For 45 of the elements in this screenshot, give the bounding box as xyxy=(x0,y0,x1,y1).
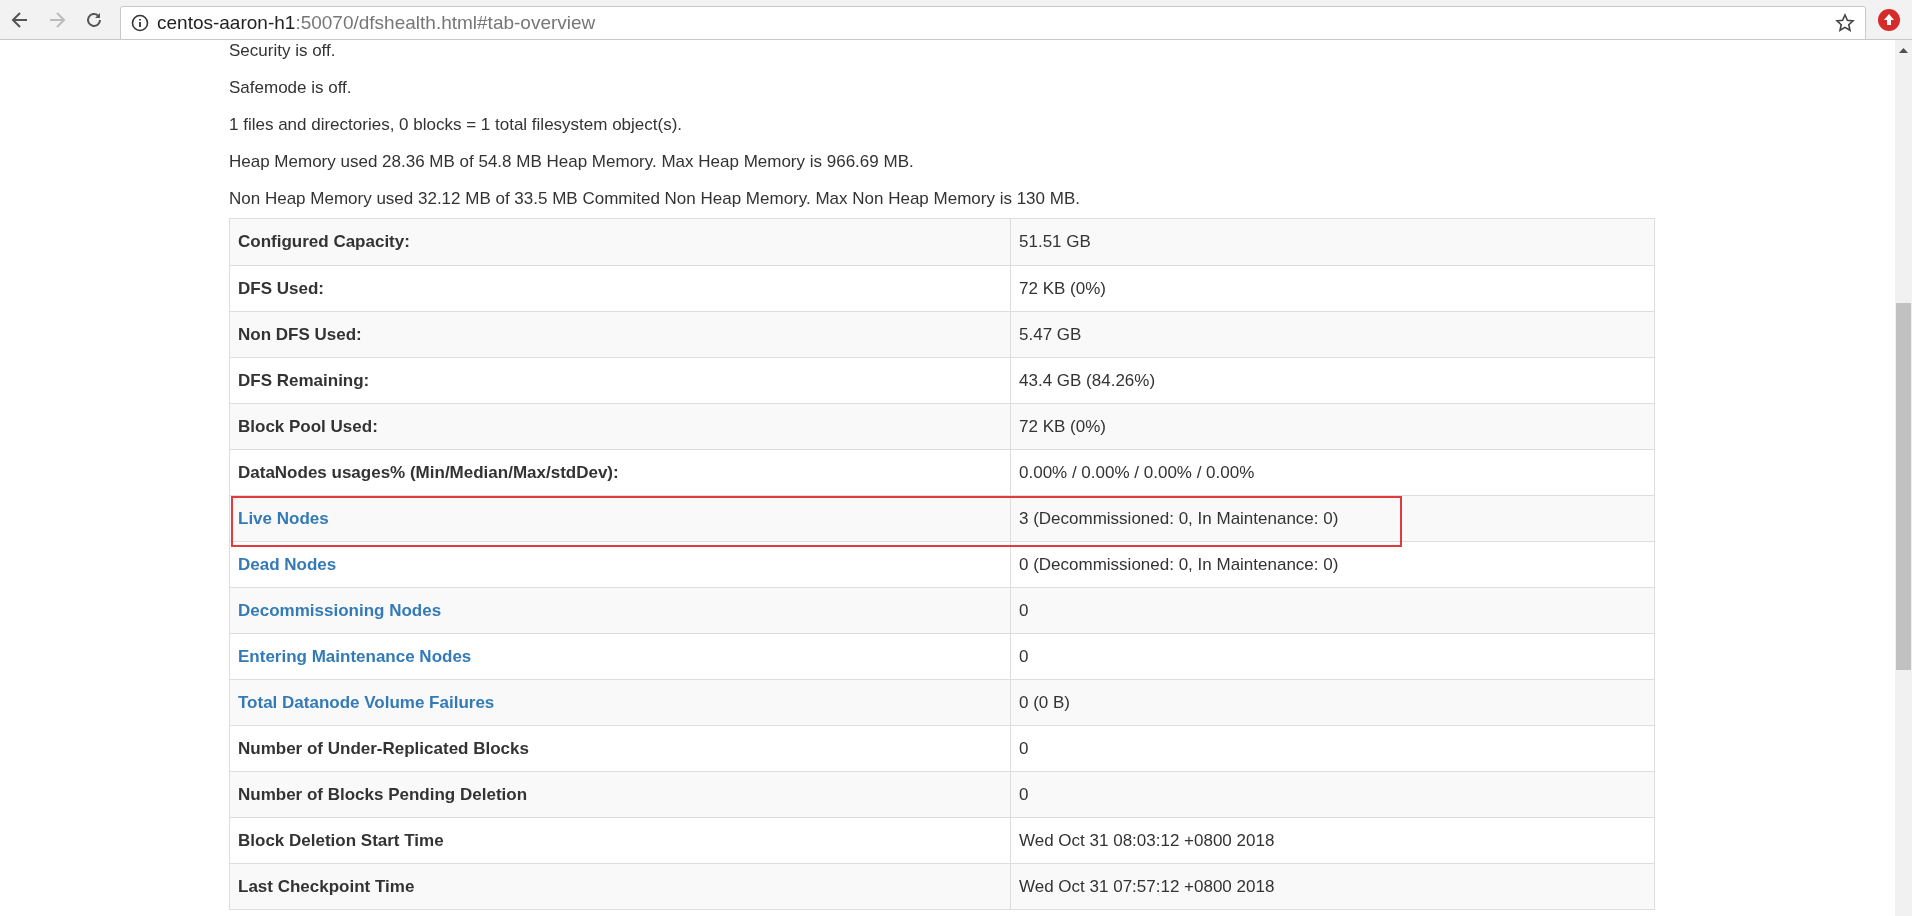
table-value: 43.4 GB (84.26%) xyxy=(1019,369,1156,392)
table-value: 0.00% / 0.00% / 0.00% / 0.00% xyxy=(1019,461,1255,484)
table-value: 0 (Decommissioned: 0, In Maintenance: 0) xyxy=(1019,553,1339,576)
table-value: Wed Oct 31 08:03:12 +0800 2018 xyxy=(1019,829,1275,852)
table-link[interactable]: Dead Nodes xyxy=(238,551,337,578)
summary-text: Safemode is off. xyxy=(229,77,353,99)
table-value: 0 xyxy=(1019,599,1029,622)
table-label: Number of Under-Replicated Blocks xyxy=(238,737,529,760)
summary-text: Non Heap Memory used 32.12 MB of 33.5 MB Commited Non Heap Memory. Max Non Heap Memory is 130 MB. xyxy=(229,188,1081,210)
table-label: Non DFS Used: xyxy=(238,323,362,346)
table-value: 0 (0 B) xyxy=(1019,691,1071,714)
scrollbar-thumb[interactable] xyxy=(1896,303,1911,670)
table-label: Configured Capacity: xyxy=(238,231,410,254)
table-value: 3 (Decommissioned: 0, In Maintenance: 0) xyxy=(1019,507,1339,530)
url-host: centos-aaron-h1 xyxy=(157,10,296,35)
star-icon[interactable] xyxy=(1835,13,1855,33)
table-label: Number of Blocks Pending Deletion xyxy=(238,783,528,806)
table-value: 51.51 GB xyxy=(1019,231,1091,254)
upload-extension-icon[interactable] xyxy=(1878,8,1900,31)
table-label: DFS Used: xyxy=(238,277,324,300)
table-label: DFS Remaining: xyxy=(238,369,370,392)
table-label: DataNodes usages% (Min/Median/Max/stdDev): xyxy=(238,461,619,484)
info-icon xyxy=(131,14,149,32)
summary-text: Heap Memory used 28.36 MB of 54.8 MB Heap Memory. Max Heap Memory is 966.69 MB. xyxy=(229,151,915,173)
table-value: 0 xyxy=(1019,737,1029,760)
table-link[interactable]: Entering Maintenance Nodes xyxy=(238,643,472,670)
url-path: :50070/dfshealth.html#tab-overview xyxy=(295,10,596,35)
address-bar[interactable]: centos-aaron-h1:50070/dfshealth.html#tab-overview xyxy=(120,6,1866,40)
table-value: Wed Oct 31 07:57:12 +0800 2018 xyxy=(1019,875,1275,898)
table-value: 72 KB (0%) xyxy=(1019,415,1106,438)
back-icon[interactable] xyxy=(10,9,30,30)
table-value: 5.47 GB xyxy=(1019,323,1082,346)
scroll-up-icon[interactable] xyxy=(1899,48,1908,53)
table-link[interactable]: Total Datanode Volume Failures xyxy=(238,689,495,716)
table-label: Last Checkpoint Time xyxy=(238,875,415,898)
table-label: Block Deletion Start Time xyxy=(238,829,444,852)
summary-text: 1 files and directories, 0 blocks = 1 total filesystem object(s). xyxy=(229,114,684,136)
scrollbar[interactable] xyxy=(1895,40,1912,916)
table-link[interactable]: Decommissioning Nodes xyxy=(238,597,442,624)
table-label: Block Pool Used: xyxy=(238,415,378,438)
summary-text: Security is off. xyxy=(229,40,337,62)
table-value: 0 xyxy=(1019,645,1029,668)
table-value: 72 KB (0%) xyxy=(1019,277,1106,300)
table-value: 0 xyxy=(1019,783,1029,806)
table-link[interactable]: Live Nodes xyxy=(238,505,329,532)
